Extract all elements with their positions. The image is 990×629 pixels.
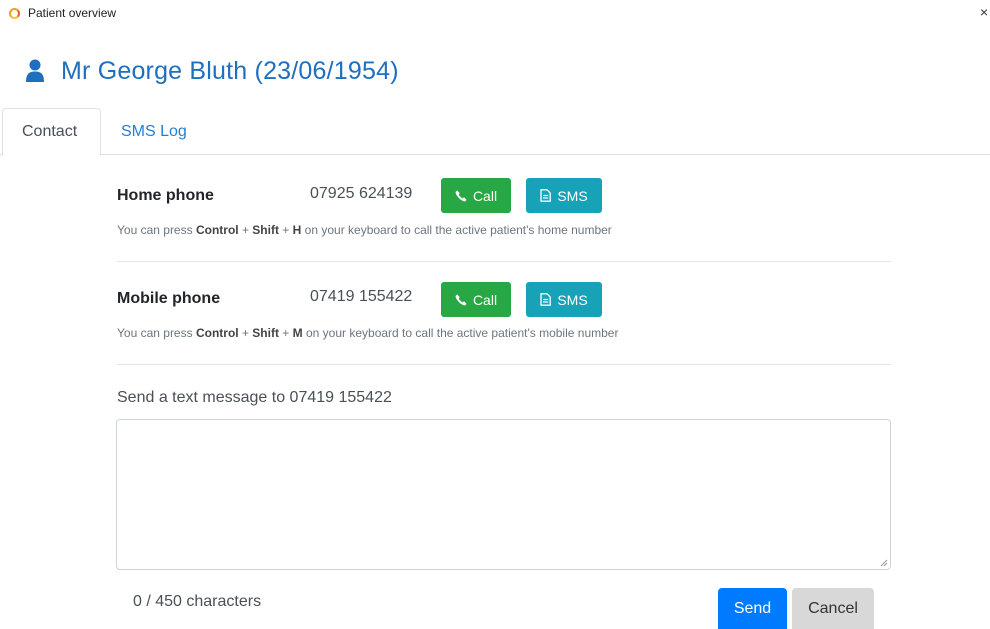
home-call-button[interactable]: Call [441, 178, 511, 213]
home-sms-label: SMS [557, 187, 588, 204]
app-loading-icon [9, 8, 20, 19]
cancel-button[interactable]: Cancel [792, 588, 874, 629]
section-divider [117, 364, 891, 365]
patient-name: Mr George Bluth (23/06/1954) [61, 56, 399, 85]
tab-sms-log[interactable]: SMS Log [102, 108, 206, 155]
title-bar: Patient overview × [0, 0, 990, 28]
phone-icon [455, 294, 467, 305]
mobile-sms-label: SMS [557, 291, 588, 308]
mobile-sms-button[interactable]: SMS [526, 282, 602, 317]
character-counter: 0 / 450 characters [133, 593, 262, 610]
patient-heading: Mr George Bluth (23/06/1954) [25, 54, 399, 88]
tab-bar: Contact SMS Log [0, 108, 990, 156]
window-title: Patient overview [28, 6, 117, 20]
document-icon [540, 189, 552, 202]
document-icon [540, 293, 552, 306]
user-icon [26, 59, 44, 82]
resize-grip-icon[interactable] [880, 559, 888, 567]
mobile-call-label: Call [472, 291, 498, 308]
tab-contact[interactable]: Contact [2, 108, 101, 156]
mobile-call-button[interactable]: Call [441, 282, 511, 317]
sms-heading: Send a text message to 07419 155422 [117, 389, 392, 406]
section-divider [117, 261, 891, 262]
home-call-label: Call [472, 187, 498, 204]
home-phone-label: Home phone [117, 187, 214, 204]
mobile-phone-section: Mobile phone 07419 155422 Call SMS You c… [117, 282, 891, 352]
home-phone-section: Home phone 07925 624139 Call SMS You can… [117, 178, 891, 248]
sms-message-input[interactable] [116, 419, 891, 570]
home-phone-number: 07925 624139 [310, 185, 413, 202]
home-sms-button[interactable]: SMS [526, 178, 602, 213]
mobile-phone-number: 07419 155422 [310, 288, 413, 305]
phone-icon [455, 190, 467, 201]
send-button[interactable]: Send [718, 588, 787, 629]
home-phone-hint: You can press Control + Shift + H on you… [117, 223, 612, 237]
mobile-phone-label: Mobile phone [117, 290, 221, 307]
mobile-phone-hint: You can press Control + Shift + M on you… [117, 326, 619, 340]
close-icon[interactable]: × [980, 4, 988, 20]
